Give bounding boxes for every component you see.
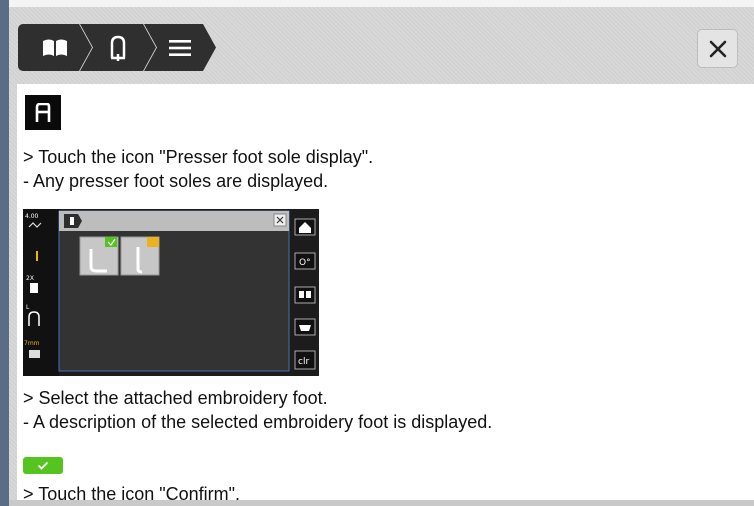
embedded-screenshot: O° clr 4.00 2X L 7mm xyxy=(23,209,319,376)
step2-instruction: > Select the attached embroidery foot. xyxy=(23,388,328,408)
book-icon xyxy=(41,37,69,59)
content-bottom-border xyxy=(9,500,754,506)
help-content: > Touch the icon "Presser foot sole disp… xyxy=(17,84,754,500)
svg-text:O°: O° xyxy=(299,258,311,268)
breadcrumb-item-book[interactable] xyxy=(18,24,92,71)
window-left-edge xyxy=(0,0,9,506)
presser-foot-icon xyxy=(107,34,129,62)
step2-result: - A description of the selected embroide… xyxy=(23,412,493,432)
menu-icon xyxy=(169,39,191,57)
breadcrumb xyxy=(18,24,204,71)
close-icon xyxy=(709,40,726,57)
step3-instruction: > Touch the icon "Confirm". xyxy=(23,484,241,500)
svg-text:2X: 2X xyxy=(26,275,34,282)
presser-foot-sole-icon xyxy=(25,95,61,130)
confirm-icon xyxy=(23,457,63,474)
window-top-strip xyxy=(0,0,754,7)
svg-text:4.00: 4.00 xyxy=(25,213,39,220)
clr-label: clr xyxy=(298,357,309,367)
close-button[interactable] xyxy=(697,29,738,68)
svg-text:7mm: 7mm xyxy=(24,340,40,347)
step1-result: - Any presser foot soles are displayed. xyxy=(23,171,329,191)
step1-instruction: > Touch the icon "Presser foot sole disp… xyxy=(23,147,374,167)
